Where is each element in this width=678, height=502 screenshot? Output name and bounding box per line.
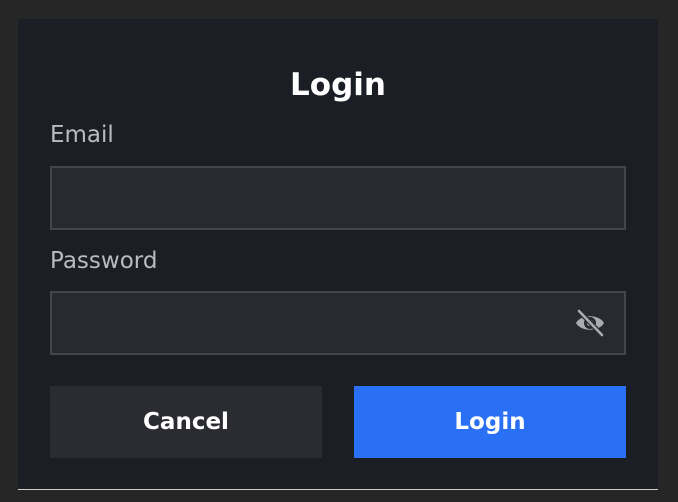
- eye-off-icon[interactable]: [574, 308, 606, 338]
- dialog-title: Login: [290, 67, 386, 103]
- password-label: Password: [50, 248, 158, 274]
- login-button[interactable]: Login: [354, 386, 626, 458]
- email-field-container: [50, 166, 626, 230]
- password-field-container: [50, 291, 626, 355]
- email-label: Email: [50, 122, 114, 148]
- email-field[interactable]: [52, 168, 624, 228]
- password-field[interactable]: [52, 293, 624, 353]
- login-dialog: Login Email Password Cancel Login: [18, 19, 658, 489]
- cancel-button[interactable]: Cancel: [50, 386, 322, 458]
- bottom-divider: [18, 489, 658, 490]
